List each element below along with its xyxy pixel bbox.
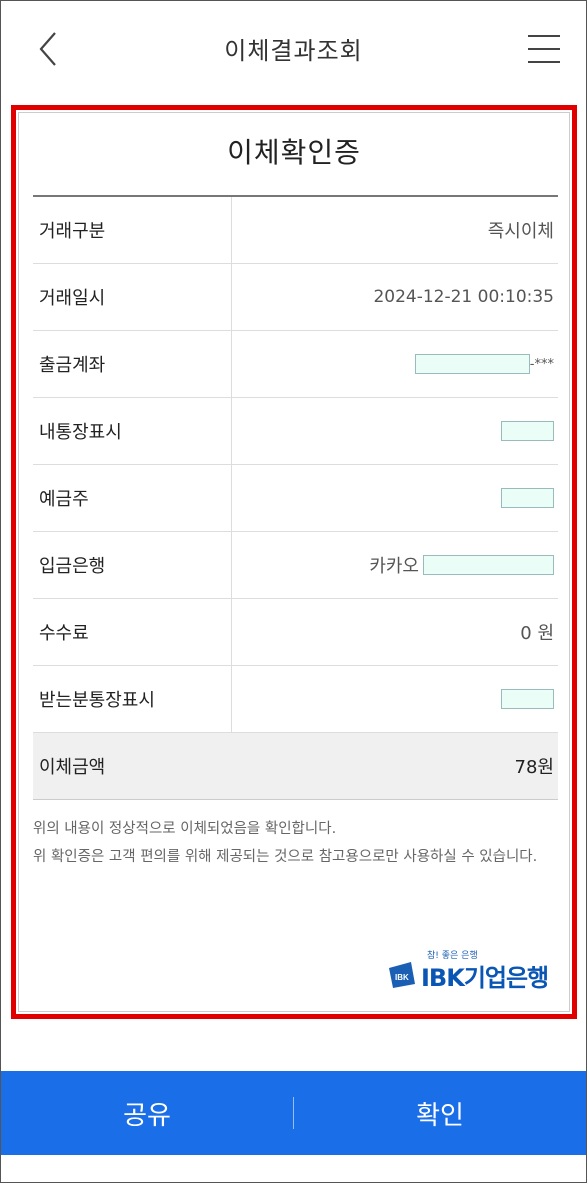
row-value: 즉시이체	[487, 221, 554, 242]
table-row: 내통장표시	[33, 398, 558, 465]
account-suffix: -***	[529, 356, 554, 372]
hamburger-menu-icon	[528, 35, 560, 37]
row-label: 거래구분	[33, 197, 232, 263]
page-title: 이체결과조회	[224, 37, 363, 65]
notice-line: 위의 내용이 정상적으로 이체되었음을 확인합니다.	[33, 821, 337, 837]
row-value: -***	[232, 331, 558, 397]
total-value: 78원	[514, 757, 554, 778]
bottom-action-bar: 공유 확인	[1, 1071, 586, 1155]
total-label: 이체금액	[39, 757, 106, 778]
row-value: 0 원	[520, 623, 554, 644]
row-value	[232, 398, 558, 464]
table-row: 거래일시 2024-12-21 00:10:35	[33, 264, 558, 331]
table-row: 출금계좌 -***	[33, 331, 558, 398]
receipt-table: 거래구분 즉시이체 거래일시 2024-12-21 00:10:35 출금계좌 …	[33, 195, 558, 800]
row-label: 받는분통장표시	[33, 666, 232, 732]
table-row: 수수료 0 원	[33, 599, 558, 666]
notice-text: 위의 내용이 정상적으로 이체되었음을 확인합니다. 위 확인증은 고객 편의를…	[33, 815, 558, 871]
bank-name: 카카오	[369, 556, 419, 577]
row-label: 입금은행	[33, 532, 232, 598]
ibk-logo: 참! 좋은 은행 IBK IBK기업은행	[387, 948, 557, 994]
row-label: 출금계좌	[33, 331, 232, 397]
ibk-logo-icon: IBK	[389, 962, 415, 988]
svg-text:IBK: IBK	[395, 973, 409, 982]
receipt-card: 이체확인증 거래구분 즉시이체 거래일시 2024-12-21 00:10:35…	[18, 112, 570, 1012]
app-header: 이체결과조회	[1, 1, 586, 101]
redacted-field	[501, 421, 554, 441]
redacted-field	[414, 354, 530, 374]
confirm-button[interactable]: 확인	[294, 1071, 586, 1155]
row-label: 내통장표시	[33, 398, 232, 464]
row-value	[232, 666, 558, 732]
row-label: 수수료	[33, 599, 232, 665]
row-value: 카카오	[232, 532, 558, 598]
total-row: 이체금액 78원	[33, 733, 558, 800]
row-value	[232, 465, 558, 531]
menu-button[interactable]	[528, 35, 560, 65]
row-value: 2024-12-21 00:10:35	[373, 287, 554, 307]
row-label: 예금주	[33, 465, 232, 531]
redacted-field	[501, 488, 554, 508]
redacted-field	[423, 555, 554, 575]
row-label: 거래일시	[33, 264, 232, 330]
logo-name: IBK기업은행	[421, 964, 549, 992]
table-row: 거래구분 즉시이체	[33, 197, 558, 264]
share-button[interactable]: 공유	[1, 1071, 293, 1155]
receipt-title: 이체확인증	[227, 136, 361, 169]
table-row: 받는분통장표시	[33, 666, 558, 733]
table-row: 입금은행 카카오	[33, 532, 558, 599]
redacted-field	[501, 689, 554, 709]
notice-line: 위 확인증은 고객 편의를 위해 제공되는 것으로 참고용으로만 사용하실 수 …	[33, 849, 538, 865]
table-row: 예금주	[33, 465, 558, 532]
